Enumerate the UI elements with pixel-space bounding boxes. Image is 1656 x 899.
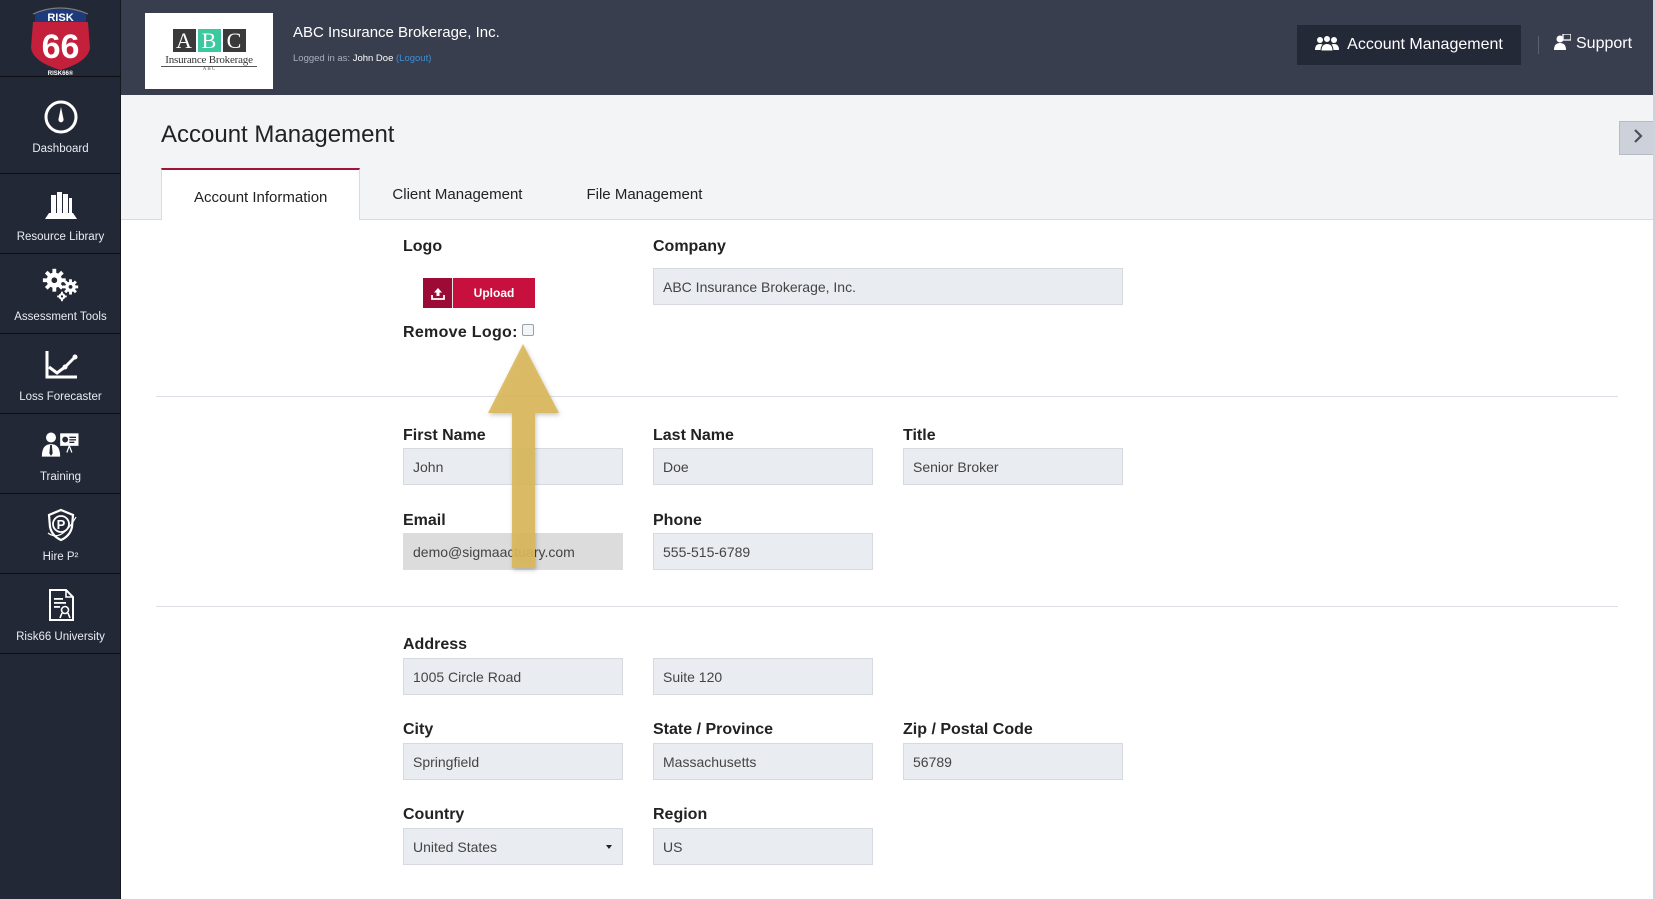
- support-agent-icon: [1553, 32, 1572, 55]
- sidebar-item-loss-forecaster[interactable]: Loss Forecaster: [0, 335, 121, 414]
- tab-bar: Account Information Client Management Fi…: [161, 168, 734, 221]
- region-field[interactable]: US: [653, 828, 873, 865]
- upload-icon: [423, 278, 453, 308]
- logged-in-user: John Doe: [352, 53, 394, 64]
- account-management-label: Account Management: [1347, 36, 1503, 53]
- first-name-field[interactable]: John: [403, 448, 623, 485]
- last-name-label: Last Name: [653, 427, 734, 444]
- sidebar-item-label: Risk66 University: [16, 631, 105, 643]
- account-information-form: Logo Upload Remove Logo: Company ABC Ins…: [121, 220, 1653, 899]
- logo-letter: B: [197, 29, 221, 52]
- tab-account-information[interactable]: Account Information: [161, 168, 361, 221]
- city-field[interactable]: Springfield: [403, 743, 623, 780]
- books-icon: [41, 185, 81, 225]
- expand-panel-button[interactable]: [1619, 121, 1655, 155]
- gears-icon: [41, 265, 81, 305]
- logo-subtitle: Insurance Brokerage: [165, 54, 253, 66]
- shield-p-icon: P: [41, 505, 81, 545]
- page-heading: Account Management Account Information C…: [121, 95, 1655, 221]
- title-field[interactable]: Senior Broker: [903, 448, 1123, 485]
- presenter-icon: [41, 425, 81, 465]
- state-field[interactable]: Massachusetts: [653, 743, 873, 780]
- section-divider: [156, 606, 1618, 607]
- sidebar-item-training[interactable]: Training: [0, 415, 121, 494]
- city-label: City: [403, 721, 434, 738]
- country-select[interactable]: United States: [403, 828, 623, 865]
- svg-text:RISK66®: RISK66®: [48, 70, 74, 77]
- region-label: Region: [653, 806, 708, 823]
- sidebar-item-label: Dashboard: [32, 142, 89, 155]
- header-company-name: ABC Insurance Brokerage, Inc.: [293, 24, 500, 41]
- email-field[interactable]: demo@sigmaactuary.com: [403, 533, 623, 570]
- state-label: State / Province: [653, 721, 774, 738]
- logged-in-prefix: Logged in as:: [293, 53, 351, 64]
- upload-logo-button[interactable]: Upload: [423, 278, 535, 308]
- sidebar-item-risk66-university[interactable]: Risk66 University: [0, 575, 121, 654]
- logged-in-info: Logged in as: John Doe (Logout): [293, 53, 431, 64]
- tab-client-management[interactable]: Client Management: [360, 168, 554, 220]
- zip-field[interactable]: 56789: [903, 743, 1123, 780]
- company-logo: A B C Insurance Brokerage A B C: [145, 13, 273, 89]
- address-line2-field[interactable]: Suite 120: [653, 658, 873, 695]
- sidebar-item-label: Training: [39, 471, 82, 483]
- sidebar-item-label: Hire P²: [42, 551, 79, 563]
- svg-text:RISK: RISK: [47, 12, 73, 24]
- risk66-logo[interactable]: RISK 66 RISK66®: [0, 0, 121, 77]
- upload-label: Upload: [453, 278, 535, 308]
- logo-letter: C: [222, 29, 246, 52]
- sidebar-item-resource-library[interactable]: Resource Library: [0, 175, 121, 254]
- users-icon: [1315, 34, 1340, 56]
- address-label: Address: [403, 636, 468, 653]
- remove-logo-label: Remove Logo:: [403, 324, 518, 341]
- logout-link[interactable]: (Logout): [396, 53, 431, 64]
- zip-label: Zip / Postal Code: [903, 721, 1033, 738]
- sidebar-item-hire-p2[interactable]: P Hire P²: [0, 495, 121, 574]
- sidebar-item-label: Assessment Tools: [14, 311, 107, 323]
- account-management-button[interactable]: Account Management: [1297, 25, 1521, 65]
- section-divider: [156, 396, 1618, 397]
- support-label: Support: [1576, 35, 1633, 52]
- sidebar-item-label: Resource Library: [16, 231, 105, 243]
- dashboard-gauge-icon: [41, 97, 81, 137]
- caret-down-icon: [606, 845, 612, 849]
- sidebar-item-label: Loss Forecaster: [19, 391, 102, 403]
- chevron-right-icon: [1633, 128, 1643, 148]
- address-line1-field[interactable]: 1005 Circle Road: [403, 658, 623, 695]
- header-separator: [1538, 36, 1539, 54]
- sidebar-item-dashboard[interactable]: Dashboard: [0, 78, 121, 174]
- email-label: Email: [403, 512, 446, 529]
- line-chart-icon: [41, 345, 81, 385]
- first-name-label: First Name: [403, 427, 486, 444]
- title-label: Title: [903, 427, 936, 444]
- remove-logo-checkbox[interactable]: [521, 324, 534, 336]
- company-field[interactable]: ABC Insurance Brokerage, Inc.: [653, 268, 1123, 305]
- phone-field[interactable]: 555-515-6789: [653, 533, 873, 570]
- svg-text:66: 66: [42, 28, 80, 66]
- logo-label: Logo: [403, 238, 443, 255]
- country-label: Country: [403, 806, 465, 823]
- risk66-logo-icon: RISK 66 RISK66®: [31, 7, 90, 77]
- logo-letter: A: [172, 29, 196, 52]
- logo-small-text: A B C: [161, 66, 257, 73]
- page-title: Account Management: [161, 121, 395, 148]
- country-value: United States: [413, 838, 498, 855]
- certificate-icon: [41, 585, 81, 625]
- sidebar: RISK 66 RISK66® Dashboard Resource Libra…: [0, 0, 121, 899]
- svg-text:P: P: [56, 517, 65, 532]
- company-label: Company: [653, 238, 726, 255]
- tab-file-management[interactable]: File Management: [554, 168, 734, 220]
- remove-logo-row: Remove Logo:: [403, 324, 534, 342]
- support-button[interactable]: Support: [1553, 30, 1632, 58]
- sidebar-item-assessment-tools[interactable]: Assessment Tools: [0, 255, 121, 334]
- last-name-field[interactable]: Doe: [653, 448, 873, 485]
- phone-label: Phone: [653, 512, 702, 529]
- top-header: A B C Insurance Brokerage A B C ABC Insu…: [121, 0, 1656, 95]
